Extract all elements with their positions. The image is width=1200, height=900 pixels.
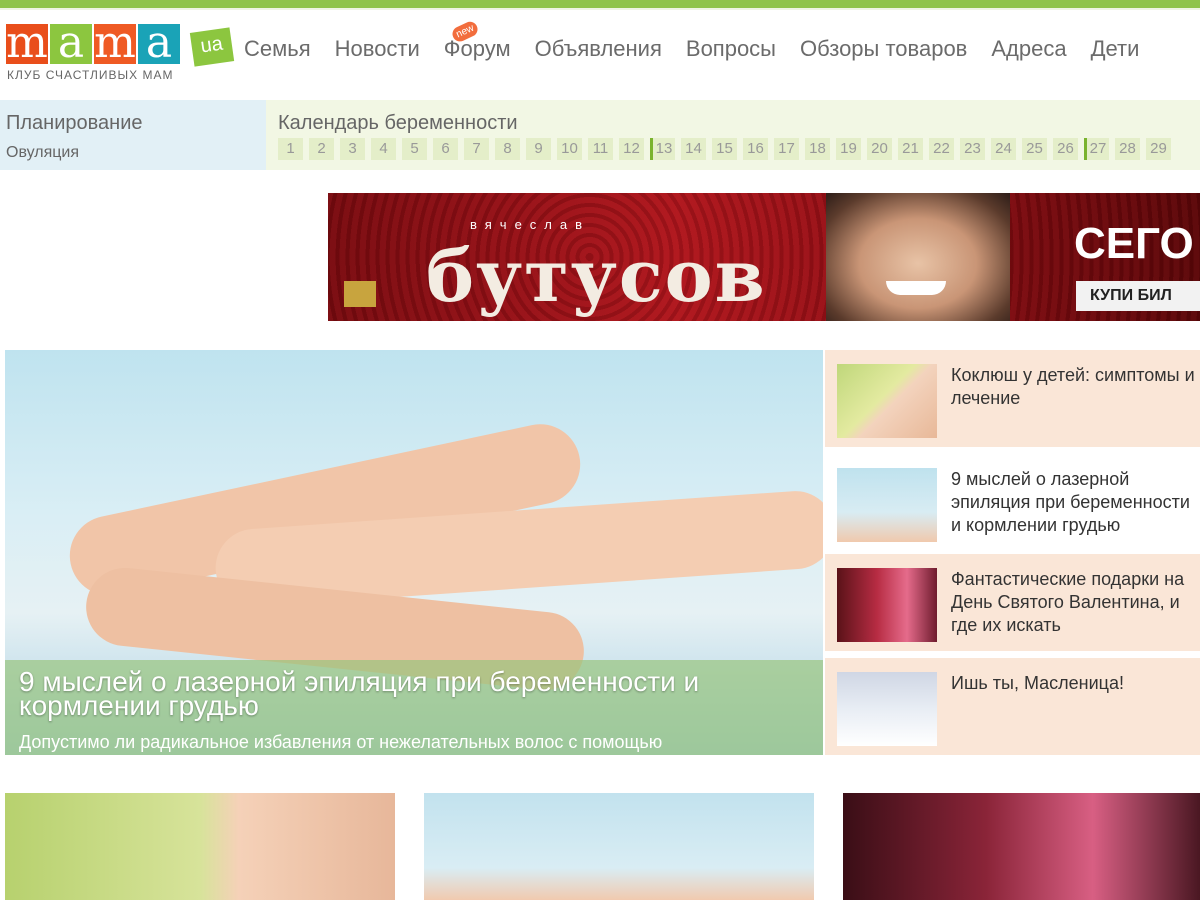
calendar-week-13[interactable]: 13 [650, 138, 675, 160]
logo-letter: a [138, 21, 180, 65]
calendar-week-1[interactable]: 1 [278, 138, 303, 160]
banner-buy-button[interactable]: КУПИ БИЛ [1076, 281, 1200, 311]
calendar-week-29[interactable]: 29 [1146, 138, 1171, 160]
bottom-card-valentine[interactable] [843, 793, 1200, 900]
site-logo[interactable]: m a m a ua КЛУБ СЧАСТЛИВЫХ МАМ [6, 17, 236, 88]
article-title[interactable]: Ишь ты, Масленица! [951, 672, 1200, 752]
calendar-week-21[interactable]: 21 [898, 138, 923, 160]
planning-link[interactable]: Планирование [6, 112, 143, 135]
nav-item-family[interactable]: Семья [244, 36, 311, 62]
list-item[interactable]: Коклюш у детей: симптомы и лечение [825, 350, 1200, 447]
calendar-week-25[interactable]: 25 [1022, 138, 1047, 160]
bottom-card-whooping-cough[interactable] [5, 793, 395, 900]
calendar-week-27[interactable]: 27 [1084, 138, 1109, 160]
calendar-week-28[interactable]: 28 [1115, 138, 1140, 160]
logo-letter: a [50, 21, 92, 65]
legs-photo-icon [837, 468, 937, 542]
ad-banner[interactable]: вячеслав бутусов СЕГО КУПИ БИЛ [328, 193, 1200, 321]
top-accent-bar [0, 0, 1200, 8]
calendar-week-12[interactable]: 12 [619, 138, 644, 160]
pregnancy-calendar: Календарь беременности 1 2 3 4 5 6 7 8 9 10 11 12 13… [266, 100, 1200, 170]
main-nav: Семья Новости new Форум Объявления Вопро… [244, 19, 1140, 62]
logo-tagline: КЛУБ СЧАСТЛИВЫХ МАМ [7, 68, 174, 82]
banner-smile [886, 281, 946, 295]
sled-photo-icon [837, 672, 937, 746]
nav-item-kids[interactable]: Дети [1091, 36, 1140, 62]
calendar-week-17[interactable]: 17 [774, 138, 799, 160]
calendar-week-20[interactable]: 20 [867, 138, 892, 160]
calendar-week-11[interactable]: 11 [588, 138, 613, 160]
nav-item-questions[interactable]: Вопросы [686, 36, 776, 62]
logo-letter: m [6, 17, 48, 68]
calendar-week-4[interactable]: 4 [371, 138, 396, 160]
calendar-week-26[interactable]: 26 [1053, 138, 1078, 160]
ovulation-link[interactable]: Овуляция [6, 144, 79, 162]
banner-artist-name: бутусов [426, 233, 767, 318]
calendar-week-10[interactable]: 10 [557, 138, 582, 160]
calendar-week-19[interactable]: 19 [836, 138, 861, 160]
article-title[interactable]: Коклюш у детей: симптомы и лечение [951, 364, 1200, 444]
calendar-week-22[interactable]: 22 [929, 138, 954, 160]
calendar-weeks: 1 2 3 4 5 6 7 8 9 10 11 12 13 14 15 16 17 18 19 20 21 22 23 24 2… [278, 138, 1171, 160]
article-title[interactable]: 9 мыслей о лазерной эпиляция при беремен… [951, 468, 1200, 548]
featured-caption: 9 мыслей о лазерной эпиляция при беремен… [5, 660, 823, 755]
calendar-week-3[interactable]: 3 [340, 138, 365, 160]
article-list: Коклюш у детей: симптомы и лечение 9 мыс… [825, 350, 1200, 755]
calendar-week-14[interactable]: 14 [681, 138, 706, 160]
child-photo-icon [837, 364, 937, 438]
calendar-week-5[interactable]: 5 [402, 138, 427, 160]
banner-cta-text: СЕГО [1074, 219, 1194, 268]
banner-label-icon [344, 281, 376, 307]
list-item[interactable]: Ишь ты, Масленица! [825, 658, 1200, 755]
banner-small-text: вячеслав [470, 217, 591, 232]
calendar-week-9[interactable]: 9 [526, 138, 551, 160]
calendar-week-16[interactable]: 16 [743, 138, 768, 160]
planning-panel: Планирование Овуляция [0, 100, 266, 170]
calendar-week-23[interactable]: 23 [960, 138, 985, 160]
nav-item-forum[interactable]: new Форум [443, 19, 511, 62]
nav-item-news[interactable]: Новости [335, 36, 420, 62]
featured-photo [45, 416, 823, 694]
calendar-week-6[interactable]: 6 [433, 138, 458, 160]
top-accent-line [0, 8, 1200, 10]
featured-article[interactable]: 9 мыслей о лазерной эпиляция при беремен… [5, 350, 823, 755]
calendar-week-24[interactable]: 24 [991, 138, 1016, 160]
nav-item-addresses[interactable]: Адреса [991, 36, 1066, 62]
list-item[interactable]: 9 мыслей о лазерной эпиляция при беремен… [825, 454, 1200, 551]
article-title[interactable]: Фантастические подарки на День Святого В… [951, 568, 1200, 648]
calendar-title[interactable]: Календарь беременности [278, 112, 518, 135]
list-item[interactable]: Фантастические подарки на День Святого В… [825, 554, 1200, 651]
calendar-week-18[interactable]: 18 [805, 138, 830, 160]
calendar-week-2[interactable]: 2 [309, 138, 334, 160]
nav-item-reviews[interactable]: Обзоры товаров [800, 36, 967, 62]
couple-photo-icon [837, 568, 937, 642]
calendar-week-8[interactable]: 8 [495, 138, 520, 160]
calendar-week-15[interactable]: 15 [712, 138, 737, 160]
featured-excerpt: Допустимо ли радикальное избавления от н… [19, 732, 663, 752]
featured-title[interactable]: 9 мыслей о лазерной эпиляция при беремен… [19, 668, 799, 720]
calendar-week-7[interactable]: 7 [464, 138, 489, 160]
nav-item-ads[interactable]: Объявления [535, 36, 662, 62]
banner-face-photo [826, 193, 1010, 321]
logo-suffix: ua [189, 27, 235, 67]
nav-item-label: Форум [443, 36, 511, 61]
bottom-card-laser[interactable] [424, 793, 814, 900]
logo-letter: m [94, 17, 136, 68]
